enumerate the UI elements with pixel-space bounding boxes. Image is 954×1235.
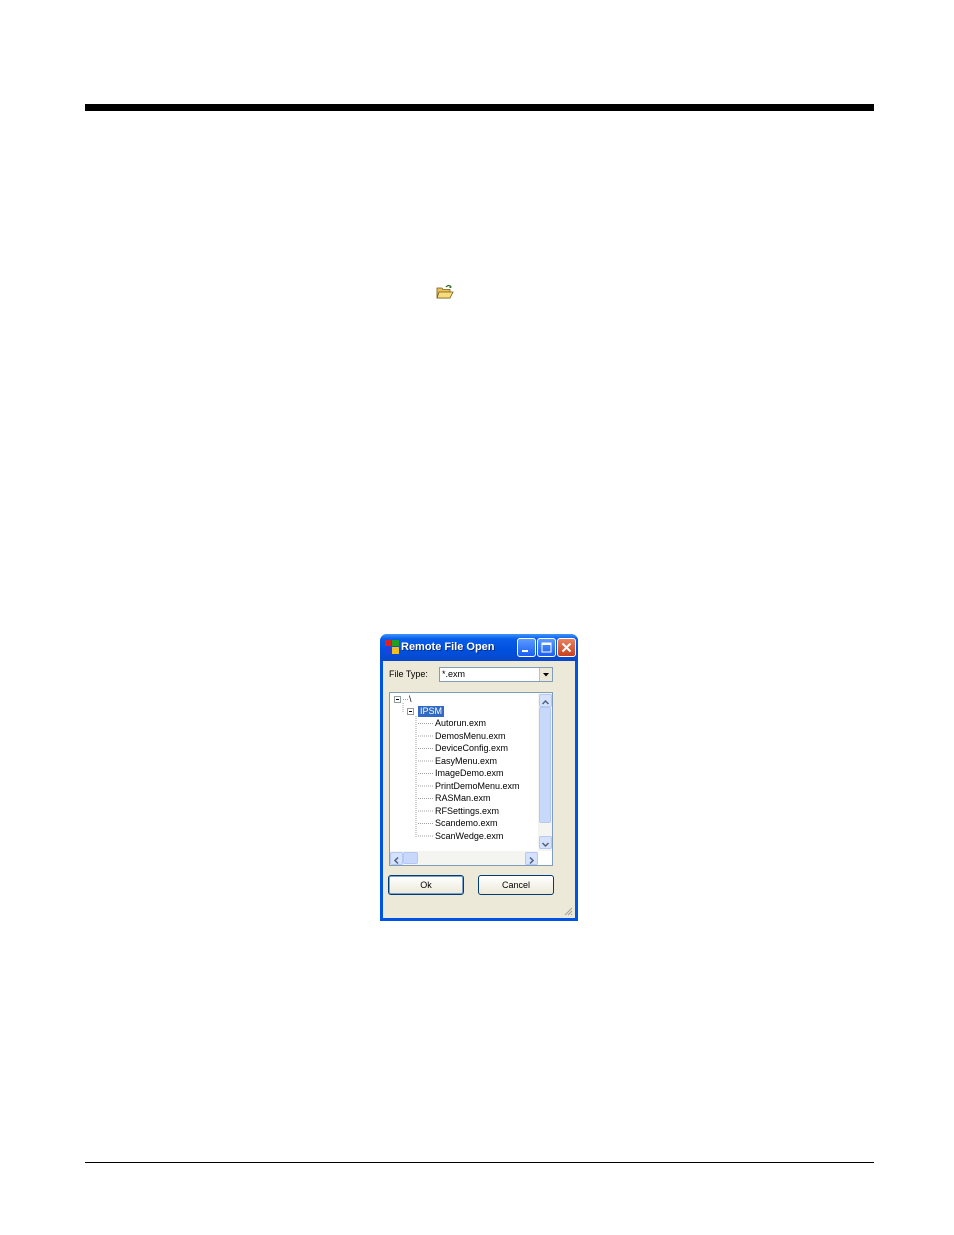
tree-file[interactable]: PrintDemoMenu.exm <box>435 781 520 792</box>
tree-file[interactable]: RASMan.exm <box>435 793 491 804</box>
dialog-title: Remote File Open <box>401 641 495 653</box>
tree-root[interactable]: \ <box>409 694 412 705</box>
tree-folder-ipsm[interactable]: IPSM <box>418 706 445 717</box>
chevron-down-icon <box>543 673 549 677</box>
tree-file[interactable]: DeviceConfig.exm <box>435 743 508 754</box>
maximize-button[interactable] <box>537 638 556 657</box>
folder-expander[interactable] <box>407 708 414 715</box>
scroll-left-button[interactable] <box>390 852 403 865</box>
scroll-right-button[interactable] <box>525 852 538 865</box>
minimize-button[interactable] <box>517 638 536 657</box>
resize-grip-icon[interactable] <box>563 906 573 916</box>
scroll-up-button[interactable] <box>539 694 552 707</box>
file-type-select[interactable]: *.exm <box>439 667 553 682</box>
tree-file[interactable]: DemosMenu.exm <box>435 731 506 742</box>
remote-file-open-dialog: Remote File Open File Type: *.exm \ IPSM… <box>380 634 578 921</box>
tree-file[interactable]: ScanWedge.exm <box>435 831 503 842</box>
app-icon <box>385 640 399 654</box>
open-folder-icon <box>436 284 454 299</box>
tree-file[interactable]: RFSettings.exm <box>435 806 499 817</box>
tree-file[interactable]: Autorun.exm <box>435 718 486 729</box>
vertical-scrollbar[interactable] <box>538 693 552 851</box>
bottom-rule <box>85 1162 874 1163</box>
file-tree[interactable]: \ IPSM Autorun.exm DemosMenu.exm DeviceC… <box>389 692 553 866</box>
horizontal-scrollbar[interactable] <box>390 851 538 865</box>
maximize-icon <box>541 642 552 653</box>
vertical-scroll-thumb[interactable] <box>539 707 551 823</box>
minimize-icon <box>522 650 528 652</box>
close-icon <box>561 642 572 653</box>
chevron-down-icon <box>541 842 550 848</box>
ok-button[interactable]: Ok <box>388 875 464 895</box>
scroll-down-button[interactable] <box>539 836 552 849</box>
dropdown-button[interactable] <box>539 668 552 681</box>
close-button[interactable] <box>557 638 576 657</box>
dialog-client-area: File Type: *.exm \ IPSM Autorun.exm Demo… <box>383 661 575 918</box>
top-rule <box>85 104 874 111</box>
chevron-right-icon <box>529 856 535 865</box>
chevron-left-icon <box>393 856 399 865</box>
cancel-button[interactable]: Cancel <box>478 875 554 895</box>
tree-file[interactable]: Scandemo.exm <box>435 818 498 829</box>
root-expander[interactable] <box>394 696 401 703</box>
title-bar[interactable]: Remote File Open <box>380 634 578 661</box>
horizontal-scroll-thumb[interactable] <box>403 852 418 864</box>
file-type-value: *.exm <box>442 669 466 679</box>
tree-file[interactable]: EasyMenu.exm <box>435 756 497 767</box>
file-type-label: File Type: <box>389 669 428 679</box>
tree-file[interactable]: ImageDemo.exm <box>435 768 504 779</box>
